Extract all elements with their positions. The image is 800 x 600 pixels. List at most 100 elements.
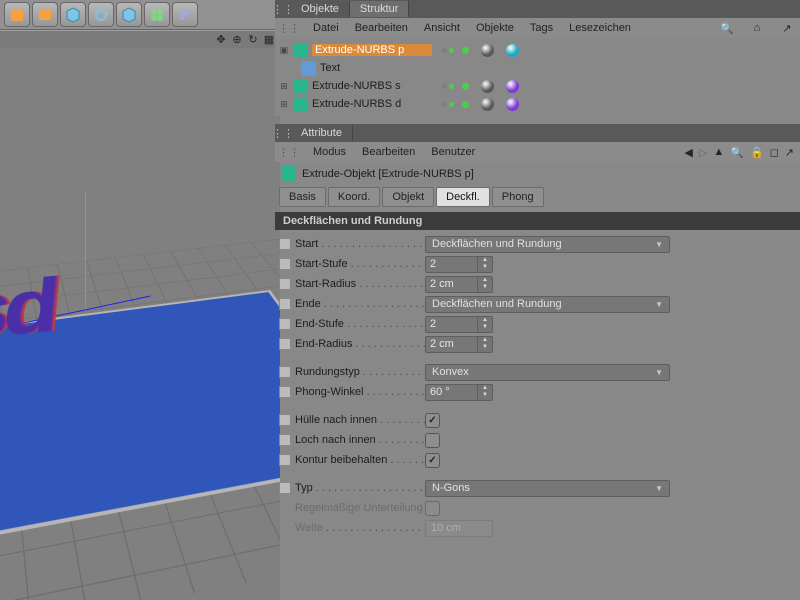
input-start-radius[interactable]: ▲▼ [425, 276, 493, 293]
dropdown-ende[interactable]: Deckflächen und Rundung▼ [425, 296, 670, 313]
3d-text: sd [0, 264, 57, 361]
home-icon[interactable]: ⌂ [750, 21, 764, 35]
zoom-icon[interactable]: ⊕ [230, 33, 244, 47]
search-icon[interactable]: 🔍 [730, 146, 744, 159]
toolbar-btn-2[interactable] [32, 2, 58, 27]
menu-objekte[interactable]: Objekte [476, 22, 514, 34]
object-tree: ▣ Extrude-NURBS p Text ⊞ Extrude-NURBS s… [275, 38, 800, 116]
nurbs-icon [293, 79, 308, 94]
tag-ball[interactable] [506, 44, 519, 57]
tree-item-extrude-s[interactable]: ⊞ Extrude-NURBS s [279, 77, 796, 95]
label-huelle: Hülle nach innen [295, 414, 425, 426]
toolbar-btn-rotate[interactable] [88, 2, 114, 27]
label-start: Start [295, 238, 425, 250]
dropdown-typ[interactable]: N-Gons▼ [425, 480, 670, 497]
grip-icon[interactable]: ⋮⋮ [275, 3, 291, 16]
subtab-basis[interactable]: Basis [279, 187, 326, 207]
nurbs-icon [281, 166, 296, 181]
input-start-stufe[interactable]: ▲▼ [425, 256, 493, 273]
menu-ansicht[interactable]: Ansicht [424, 22, 460, 34]
menu-tags[interactable]: Tags [530, 22, 553, 34]
toolbar-btn-cube[interactable] [60, 2, 86, 27]
toolbar-btn-1[interactable] [4, 2, 30, 27]
menu-benutzer[interactable]: Benutzer [431, 146, 475, 158]
collapse-icon[interactable]: ▣ [279, 45, 289, 56]
tab-objekte[interactable]: Objekte [291, 1, 350, 17]
tab-struktur[interactable]: Struktur [350, 1, 410, 17]
label-regel: Regelmäßige Unterteilung [295, 502, 425, 514]
label-start-radius: Start-Radius [295, 278, 425, 290]
label-end-radius: End-Radius [295, 338, 425, 350]
popout-icon[interactable]: ↗ [780, 21, 794, 35]
menu-lesezeichen[interactable]: Lesezeichen [569, 22, 631, 34]
label-rundungstyp: Rundungstyp [295, 366, 425, 378]
subtab-phong[interactable]: Phong [492, 187, 544, 207]
properties: Start Deckflächen und Rundung▼ Start-Stu… [275, 230, 800, 542]
section-header: Deckflächen und Rundung [275, 212, 800, 230]
lock-icon[interactable]: 🔒 [750, 146, 764, 159]
nav-prev-icon[interactable]: ◀ [684, 146, 692, 159]
input-end-radius[interactable]: ▲▼ [425, 336, 493, 353]
expand-icon[interactable]: ⊞ [279, 99, 289, 110]
input-weite-disabled: 10 cm [425, 520, 493, 537]
nurbs-icon [293, 97, 308, 112]
attribute-tabs: ⋮⋮ Attribute [275, 124, 800, 142]
toolbar-btn-cube2[interactable] [116, 2, 142, 27]
new-icon[interactable]: ◻ [770, 146, 779, 159]
menu-bearbeiten[interactable]: Bearbeiten [355, 22, 408, 34]
text-icon [301, 61, 316, 76]
subtab-objekt[interactable]: Objekt [382, 187, 434, 207]
toolbar-btn-last[interactable] [200, 2, 214, 27]
move-icon[interactable]: ✥ [214, 33, 228, 47]
layout-icon[interactable]: ▦ [262, 33, 276, 47]
tag-ball[interactable] [506, 80, 519, 93]
tree-item-extrude-p[interactable]: ▣ Extrude-NURBS p [279, 41, 796, 59]
checkbox-loch[interactable] [425, 433, 440, 448]
checkbox-kontur[interactable]: ✓ [425, 453, 440, 468]
dropdown-start[interactable]: Deckflächen und Rundung▼ [425, 236, 670, 253]
tag-ball[interactable] [481, 44, 494, 57]
expand-icon[interactable]: ⊞ [279, 81, 289, 92]
viewport-header: ✥ ⊕ ↻ ▦ [0, 30, 280, 48]
tab-attribute[interactable]: Attribute [291, 125, 353, 141]
menu-modus[interactable]: Modus [313, 146, 346, 158]
viewport-3d[interactable]: ✥ ⊕ ↻ ▦ sd [0, 30, 280, 600]
objects-tabs: ⋮⋮ Objekte Struktur [275, 0, 800, 18]
grip-icon[interactable]: ⋮⋮ [275, 127, 291, 140]
object-title: Extrude-Objekt [Extrude-NURBS p] [302, 168, 474, 180]
subtab-deckfl[interactable]: Deckfl. [436, 187, 490, 207]
nurbs-icon [293, 43, 308, 58]
search-icon[interactable]: 🔍 [720, 21, 734, 35]
attribute-menu: ⋮⋮ Modus Bearbeiten Benutzer ◀ ▷ ▲ 🔍 🔒 ◻… [275, 142, 800, 162]
checkbox-huelle[interactable]: ✓ [425, 413, 440, 428]
nav-next-icon[interactable]: ▷ [699, 146, 707, 159]
tree-item-extrude-d[interactable]: ⊞ Extrude-NURBS d [279, 95, 796, 113]
label-ende: Ende [295, 298, 425, 310]
grip-icon[interactable]: ⋮⋮ [281, 22, 297, 35]
nav-up-icon[interactable]: ▲ [713, 146, 724, 158]
toolbar-btn-bend[interactable] [172, 2, 198, 27]
tree-item-text[interactable]: Text [279, 59, 796, 77]
viewport-canvas[interactable]: sd [0, 48, 280, 600]
attribute-subtabs: Basis Koord. Objekt Deckfl. Phong [275, 185, 800, 212]
input-end-stufe[interactable]: ▲▼ [425, 316, 493, 333]
tag-ball[interactable] [481, 80, 494, 93]
object-header: Extrude-Objekt [Extrude-NURBS p] [275, 162, 800, 185]
label-phong-winkel: Phong-Winkel [295, 386, 425, 398]
subtab-koord[interactable]: Koord. [328, 187, 380, 207]
tag-ball[interactable] [506, 98, 519, 111]
dropdown-rundungstyp[interactable]: Konvex▼ [425, 364, 670, 381]
popout-icon[interactable]: ↗ [785, 146, 794, 159]
checkbox-regel [425, 501, 440, 516]
label-weite: Weite [295, 522, 425, 534]
tag-ball[interactable] [481, 98, 494, 111]
menu-datei[interactable]: Datei [313, 22, 339, 34]
menu-bearbeiten[interactable]: Bearbeiten [362, 146, 415, 158]
toolbar-btn-green[interactable] [144, 2, 170, 27]
grip-icon[interactable]: ⋮⋮ [281, 146, 297, 159]
label-kontur: Kontur beibehalten [295, 454, 425, 466]
label-loch: Loch nach innen [295, 434, 425, 446]
rotate-icon[interactable]: ↻ [246, 33, 260, 47]
input-phong-winkel[interactable]: ▲▼ [425, 384, 493, 401]
label-typ: Typ [295, 482, 425, 494]
